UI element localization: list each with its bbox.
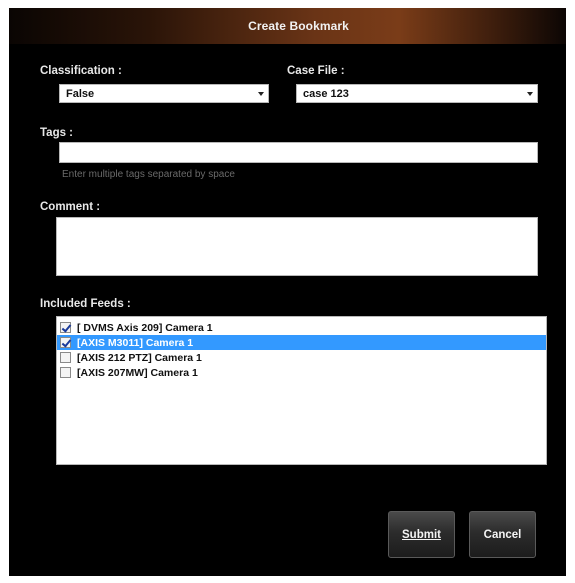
dialog-titlebar: Create Bookmark xyxy=(9,8,566,44)
dialog-title: Create Bookmark xyxy=(248,19,349,33)
feed-item[interactable]: [ DVMS Axis 209] Camera 1 xyxy=(57,320,546,335)
feed-checkbox[interactable] xyxy=(60,322,71,333)
feed-checkbox[interactable] xyxy=(60,337,71,348)
tags-input[interactable] xyxy=(59,142,538,163)
case-file-value: case 123 xyxy=(303,87,349,100)
feed-item[interactable]: [AXIS 207MW] Camera 1 xyxy=(57,365,546,380)
tags-hint: Enter multiple tags separated by space xyxy=(62,169,235,180)
chevron-down-icon xyxy=(254,85,268,102)
submit-button-label: Submit xyxy=(402,528,441,541)
cancel-button-label: Cancel xyxy=(483,528,522,541)
feed-item[interactable]: [AXIS M3011] Camera 1 xyxy=(57,335,546,350)
create-bookmark-dialog: Create Bookmark Classification : False C… xyxy=(9,8,566,576)
feed-label: [AXIS M3011] Camera 1 xyxy=(77,336,194,349)
chevron-down-icon xyxy=(523,85,537,102)
feed-label: [AXIS 212 PTZ] Camera 1 xyxy=(77,351,202,364)
classification-label: Classification : xyxy=(40,65,122,77)
included-feeds-list: [ DVMS Axis 209] Camera 1 [AXIS M3011] C… xyxy=(56,316,547,465)
feed-checkbox[interactable] xyxy=(60,352,71,363)
classification-select[interactable]: False xyxy=(59,84,269,103)
submit-button[interactable]: Submit xyxy=(388,511,455,558)
comment-label: Comment : xyxy=(40,201,101,213)
feed-label: [ DVMS Axis 209] Camera 1 xyxy=(77,321,213,334)
feed-checkbox[interactable] xyxy=(60,367,71,378)
included-feeds-label: Included Feeds : xyxy=(40,298,131,310)
tags-label: Tags : xyxy=(40,127,74,139)
comment-textarea[interactable] xyxy=(56,217,538,276)
case-file-label: Case File : xyxy=(287,65,345,77)
feed-item[interactable]: [AXIS 212 PTZ] Camera 1 xyxy=(57,350,546,365)
case-file-select[interactable]: case 123 xyxy=(296,84,538,103)
feed-label: [AXIS 207MW] Camera 1 xyxy=(77,366,198,379)
classification-value: False xyxy=(66,87,95,100)
cancel-button[interactable]: Cancel xyxy=(469,511,536,558)
